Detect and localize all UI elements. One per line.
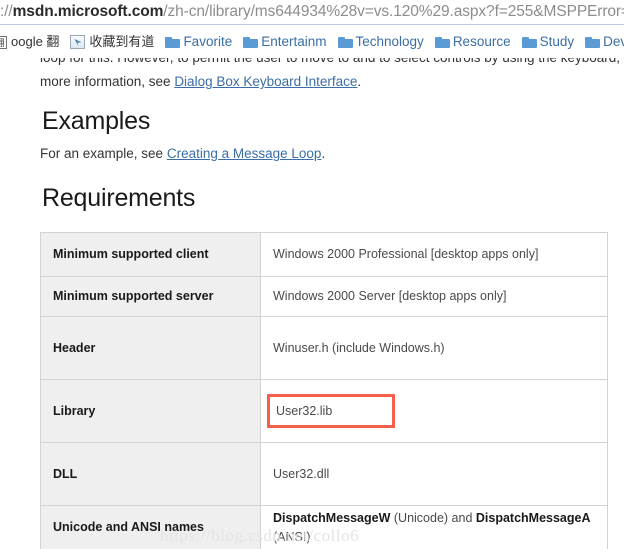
folder-icon [585,36,601,48]
dialog-box-paragraph: more information, see Dialog Box Keyboar… [40,74,361,89]
api-mid-text-unicode: (Unicode) and [390,511,476,526]
examples-paragraph: For an example, see Creating a Message L… [40,146,325,161]
bookmark-folder-resource[interactable]: Resource [434,31,511,53]
bookmark-label: 收藏到有道 [89,34,155,49]
creating-a-message-loop-link[interactable]: Creating a Message Loop [167,146,322,161]
address-bar[interactable]: ://msdn.microsoft.com/zh-cn/library/ms64… [0,0,624,25]
paragraph-text-prefix: more information, see [40,74,175,89]
bookmark-label: Favorite [183,34,233,49]
translate-icon: 翻 [0,35,7,49]
folder-icon [434,36,450,48]
table-row: DLL User32.dll [40,442,608,506]
page-content: loop for this. However, to permit the us… [0,58,624,549]
url-path: /zh-cn/library/ms644934%28v=vs.120%29.as… [163,3,624,20]
folder-icon [521,36,537,48]
youdao-icon [70,35,86,49]
folder-icon [243,36,259,48]
row-label-library: Library [40,379,261,443]
address-bar-url: ://msdn.microsoft.com/zh-cn/library/ms64… [0,0,624,24]
paragraph-text-suffix: . [357,74,362,89]
examples-heading: Examples [42,107,151,135]
api-name-ansi: DispatchMessageA [475,511,591,526]
bookmark-label: Technology [355,34,424,49]
row-value-library-cell: User32.lib [260,379,608,443]
row-value-dll: User32.dll [260,442,608,506]
folder-icon [165,36,181,48]
url-scheme: :// [0,3,13,20]
url-domain: msdn.microsoft.com [12,3,164,20]
table-row: Header Winuser.h (include Windows.h) [40,316,608,380]
folder-icon [337,36,353,48]
bookmark-folder-developer[interactable]: Developer [585,31,624,53]
bookmark-folder-favorite[interactable]: Favorite [165,31,232,53]
api-name-wide: DispatchMessageW [273,511,391,526]
row-label-header: Header [40,316,261,380]
bookmark-folder-technology[interactable]: Technology [337,31,424,53]
bookmarks-bar[interactable]: 翻 oogle 翻 收藏到有道 Favorite Entertainm Tech… [0,26,624,58]
table-row: Unicode and ANSI names DispatchMessageW … [40,505,608,549]
table-row: Minimum supported client Windows 2000 Pr… [40,232,608,277]
row-value-header: Winuser.h (include Windows.h) [260,316,608,380]
bookmark-label: oogle 翻 [11,34,60,49]
bookmark-google-translate[interactable]: 翻 oogle 翻 [0,31,59,53]
row-label-dll: DLL [40,442,261,506]
row-value-unicode-and-ansi-names: DispatchMessageW (Unicode) and DispatchM… [260,505,608,549]
clipped-paragraph-line: loop for this. However, to permit the us… [40,58,624,65]
bookmark-label: Resource [452,34,511,49]
examples-text-suffix: . [321,146,326,161]
examples-text-prefix: For an example, see [40,146,167,161]
requirements-heading: Requirements [42,184,196,212]
requirements-table: Minimum supported client Windows 2000 Pr… [40,232,608,549]
row-value-library: User32.lib [276,403,333,418]
bookmark-folder-entertainment[interactable]: Entertainm [243,31,327,53]
api-mid-text-ansi: (ANSI) [273,529,311,544]
library-highlight-box: User32.lib [267,393,396,429]
row-label-unicode-and-ansi-names: Unicode and ANSI names [40,505,261,549]
bookmark-folder-study[interactable]: Study [521,31,575,53]
table-row: Library User32.lib [40,379,608,443]
bookmark-label: Entertainm [261,34,327,49]
row-value-minimum-supported-server: Windows 2000 Server [desktop apps only] [260,276,608,317]
row-label-minimum-supported-client: Minimum supported client [40,232,261,277]
row-value-minimum-supported-client: Windows 2000 Professional [desktop apps … [260,232,608,277]
bookmark-label: Developer [603,34,624,49]
dialog-box-keyboard-interface-link[interactable]: Dialog Box Keyboard Interface [174,74,357,89]
row-label-minimum-supported-server: Minimum supported server [40,276,261,317]
bookmark-youdao-save[interactable]: 收藏到有道 [70,31,154,53]
browser-chrome: ://msdn.microsoft.com/zh-cn/library/ms64… [0,0,624,58]
table-row: Minimum supported server Windows 2000 Se… [40,276,608,317]
bookmark-label: Study [539,34,575,49]
